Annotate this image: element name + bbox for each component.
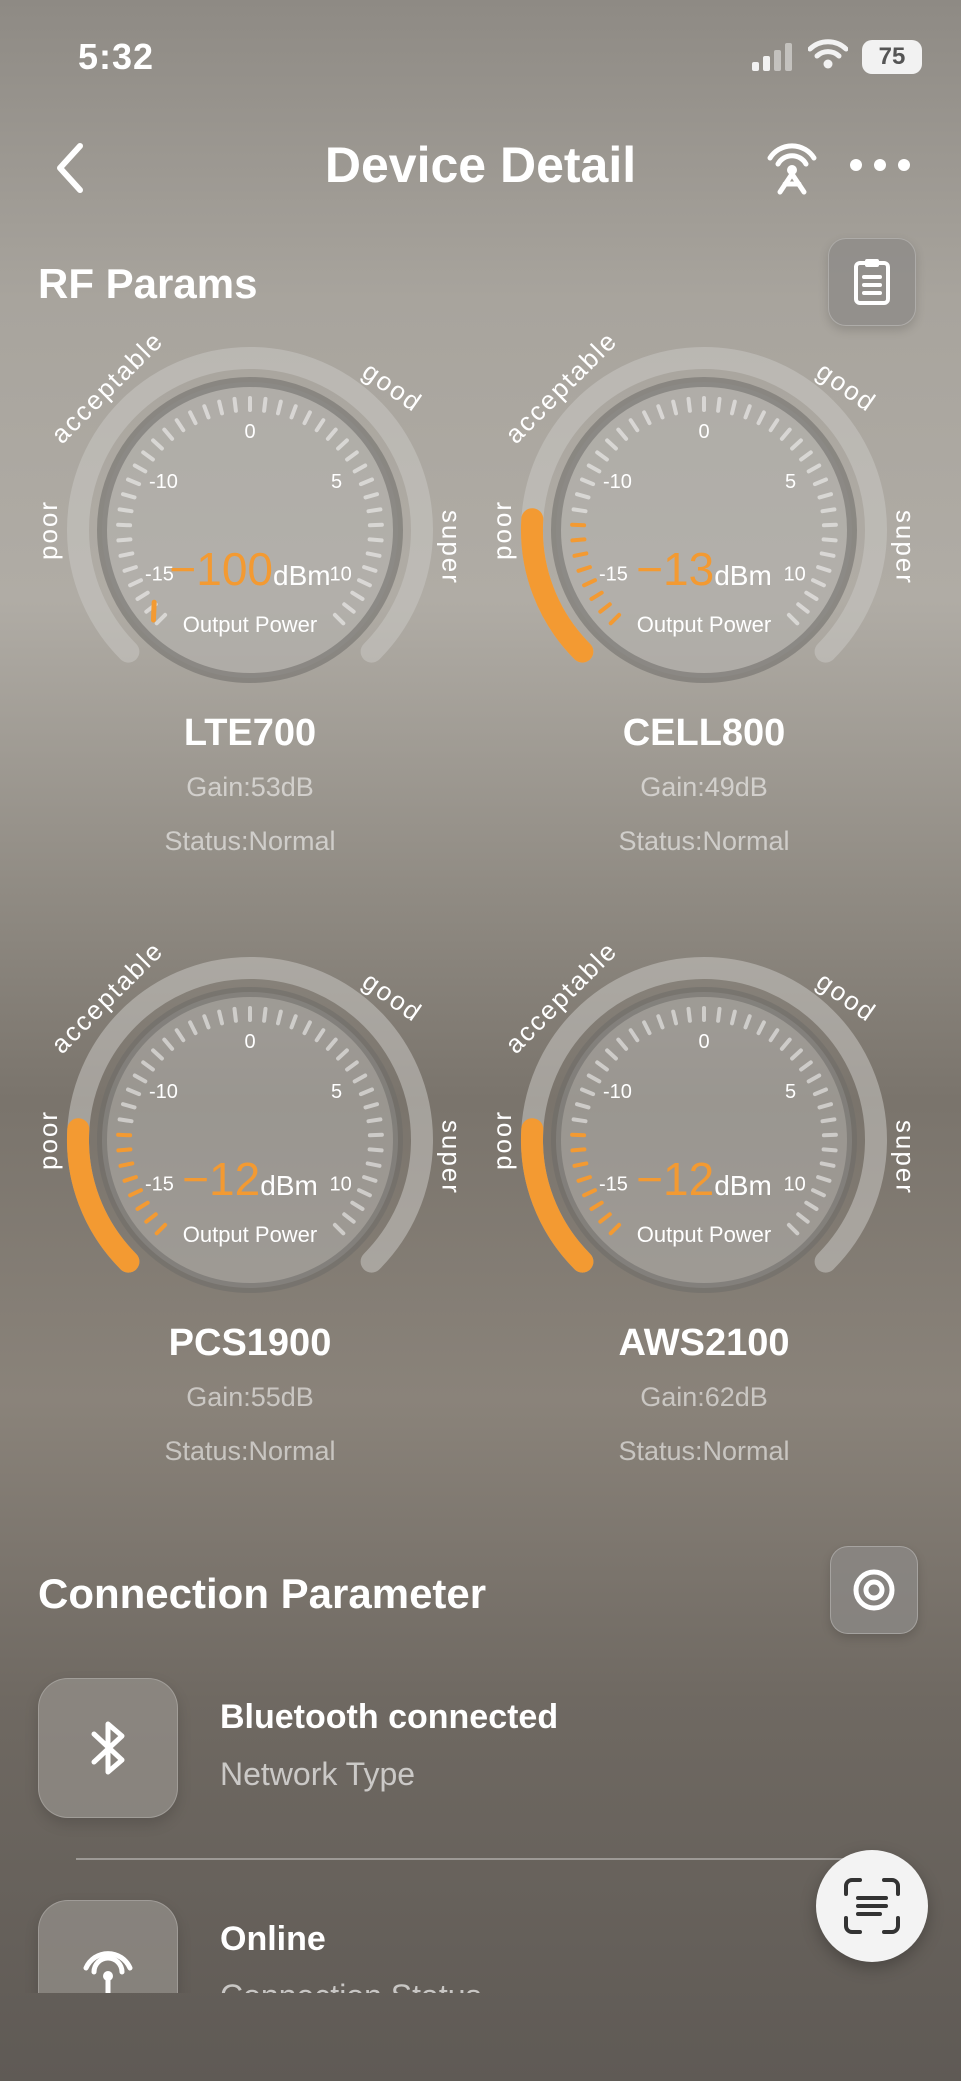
connection-item-connection-status[interactable]: Online Connection Status xyxy=(38,1900,918,1993)
divider xyxy=(76,1858,846,1860)
connection-item-subtitle: Connection Status xyxy=(220,1978,482,1993)
connection-item-title: Online xyxy=(220,1920,326,1958)
connection-parameter-title: Connection Parameter xyxy=(38,1570,487,1617)
bluetooth-icon-tile xyxy=(38,1678,178,1818)
connection-item-subtitle: Network Type xyxy=(220,1756,416,1792)
signal-antenna-icon xyxy=(83,1951,133,1993)
scan-button[interactable] xyxy=(816,1850,928,1962)
signal-icon-tile xyxy=(38,1900,178,1993)
scan-text-icon xyxy=(844,1878,900,1934)
connection-item-title: Bluetooth connected xyxy=(220,1698,559,1736)
scroll-content: Connection Parameter Bluetooth connected… xyxy=(0,0,961,1993)
connection-item-network-type[interactable]: Bluetooth connected Network Type xyxy=(38,1678,918,1820)
connection-refresh-button[interactable] xyxy=(830,1546,918,1634)
at-sign-icon xyxy=(853,1569,895,1611)
bluetooth-icon xyxy=(91,1721,125,1775)
